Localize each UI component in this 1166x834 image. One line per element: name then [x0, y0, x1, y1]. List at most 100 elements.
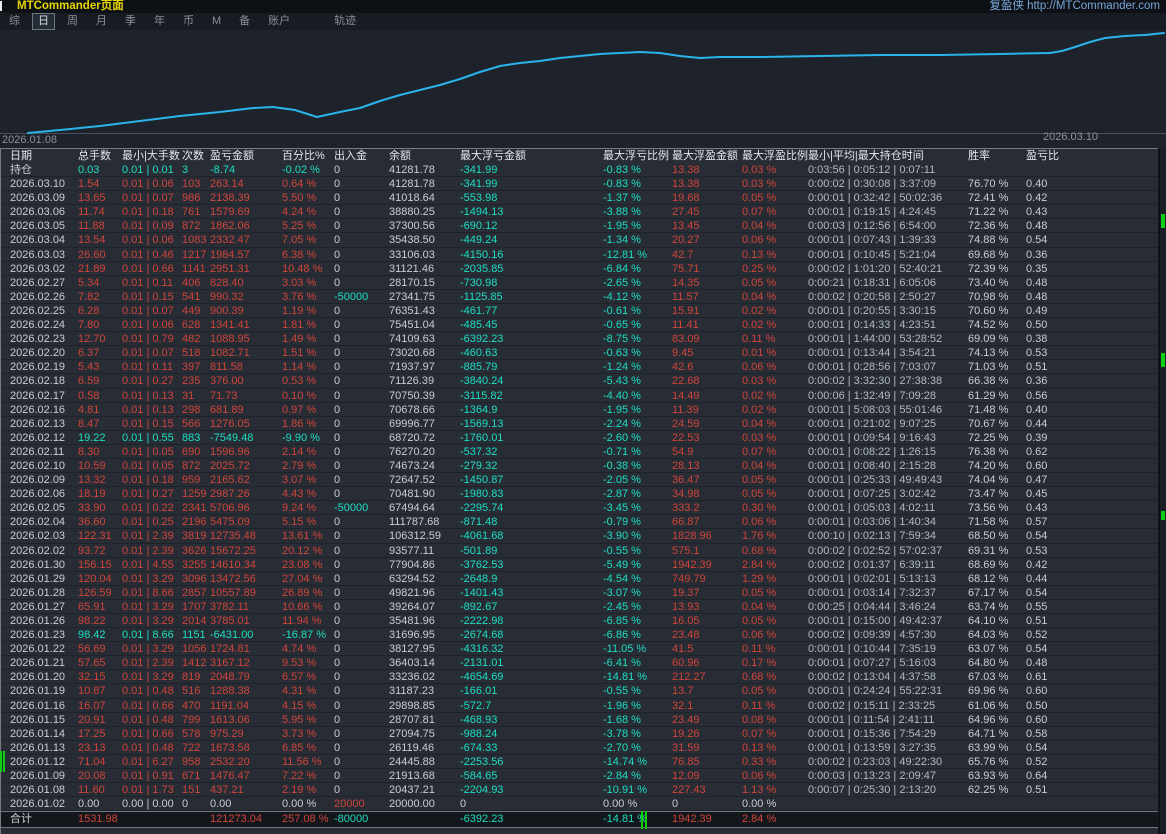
table-row[interactable]: 2026.02.247.800.01 | 0.066281341.411.81 …: [1, 318, 1158, 332]
table-row[interactable]: 2026.03.0511.880.01 | 0.098721862.065.25…: [1, 219, 1158, 233]
cell-max-float-loss: -1401.43: [460, 586, 603, 600]
cell-pl-ratio: 0.57: [1026, 515, 1106, 529]
cell-hold-time: 0:00:01 | 0:28:56 | 7:03:07: [808, 360, 968, 374]
cell-pct: 3.07 %: [282, 473, 334, 487]
table-row[interactable]: 2026.02.164.810.01 | 0.13298681.890.97 %…: [1, 403, 1158, 417]
column-header-lots[interactable]: 总手数: [78, 149, 122, 163]
menu-tab-1[interactable]: 日: [32, 13, 55, 30]
table-row[interactable]: 2026.01.28126.590.01 | 8.66285710557.892…: [1, 586, 1158, 600]
table-row[interactable]: 2026.01.30156.150.01 | 4.55325514610.342…: [1, 558, 1158, 572]
table-row[interactable]: 2026.03.101.540.01 | 0.06103263.140.64 %…: [1, 177, 1158, 191]
table-row[interactable]: 2026.02.0913.320.01 | 0.189592165.623.07…: [1, 473, 1158, 487]
table-row[interactable]: 2026.02.256.280.01 | 0.07449900.391.19 %…: [1, 304, 1158, 318]
table-row[interactable]: 2026.03.0326.600.01 | 0.4612171984.576.3…: [1, 248, 1158, 262]
table-row[interactable]: 2026.01.1271.040.01 | 6.279582532.2011.5…: [1, 755, 1158, 769]
cell-count: 151: [182, 783, 210, 797]
menu-tab-5[interactable]: 年: [145, 14, 174, 29]
table-row[interactable]: 2026.01.1910.870.01 | 0.485161288.384.31…: [1, 684, 1158, 698]
cell-max-float-profit: 0: [672, 797, 742, 811]
column-header-count[interactable]: 次数: [182, 149, 210, 163]
column-header-max-float-loss-pct[interactable]: 最大浮亏比例: [603, 149, 672, 163]
menu-tab-10[interactable]: 轨迹: [325, 14, 365, 29]
table-row[interactable]: 2026.02.0618.190.01 | 0.2712592987.264.4…: [1, 487, 1158, 501]
table-row[interactable]: 持仓0.030.01 | 0.013-8.74-0.02 %041281.78-…: [1, 163, 1158, 177]
table-row[interactable]: 2026.01.2398.420.01 | 8.661151-6431.00-1…: [1, 628, 1158, 642]
table-row[interactable]: 2026.03.0913.650.01 | 0.079862138.395.50…: [1, 191, 1158, 205]
cell-pnl: 5706.96: [210, 501, 282, 515]
menu-tab-4[interactable]: 季: [116, 14, 145, 29]
column-header-pct[interactable]: 百分比%: [282, 149, 334, 163]
table-row[interactable]: 2026.02.0293.720.01 | 2.39362615672.2520…: [1, 544, 1158, 558]
table-row[interactable]: 2026.03.0611.740.01 | 0.187611579.694.24…: [1, 205, 1158, 219]
menu-tab-0[interactable]: 综: [0, 14, 29, 29]
table-row[interactable]: 2026.01.1323.130.01 | 0.487221673.586.85…: [1, 741, 1158, 755]
cell-win-rate: 65.76 %: [968, 755, 1026, 769]
equity-chart[interactable]: 2026.01.08 2026.03.10: [0, 30, 1166, 148]
table-row[interactable]: 2026.01.0811.600.01 | 1.73151437.212.19 …: [1, 783, 1158, 797]
table-row[interactable]: 2026.02.118.300.01 | 0.056901596.962.14 …: [1, 445, 1158, 459]
column-header-max-float-profit[interactable]: 最大浮盈金额: [672, 149, 742, 163]
cell-pct: 4.24 %: [282, 205, 334, 219]
brand-link[interactable]: 复盈侠 http://MTCommander.com: [989, 0, 1160, 13]
cell-min-max-lots: 0.01 | 0.07: [122, 191, 182, 205]
column-header-max-float-loss[interactable]: 最大浮亏金额: [460, 149, 603, 163]
cell-max-float-loss: -2035.85: [460, 262, 603, 276]
cell-max-float-profit: 14.35: [672, 276, 742, 290]
table-row[interactable]: 2026.01.29120.040.01 | 3.29309613472.562…: [1, 572, 1158, 586]
menu-tab-9[interactable]: 账户: [259, 14, 299, 29]
table-row[interactable]: 2026.02.0436.600.01 | 0.2521965475.095.1…: [1, 515, 1158, 529]
table-row[interactable]: 2026.02.267.820.01 | 0.15541990.323.76 %…: [1, 290, 1158, 304]
column-header-in-out[interactable]: 出入金: [334, 149, 389, 163]
splitter-handle[interactable]: [641, 811, 643, 829]
table-row[interactable]: 2026.01.2157.650.01 | 2.3914123167.129.5…: [1, 656, 1158, 670]
cell-max-float-profit: 1942.39: [672, 812, 742, 827]
table-row[interactable]: 2026.02.170.580.01 | 0.133171.730.10 %07…: [1, 389, 1158, 403]
cell-date: 2026.03.09: [10, 191, 78, 205]
table-row[interactable]: 2026.02.1010.590.01 | 0.058722025.722.79…: [1, 459, 1158, 473]
table-row[interactable]: 2026.02.03122.310.01 | 2.39381912735.481…: [1, 529, 1158, 543]
table-row[interactable]: 2026.02.0533.900.01 | 0.2223415706.969.2…: [1, 501, 1158, 515]
cell-min-max-lots: 0.01 | 0.66: [122, 699, 182, 713]
table-row[interactable]: 2026.03.0413.540.01 | 0.0610832332.477.0…: [1, 233, 1158, 247]
column-header-min-max-lots[interactable]: 最小|大手数: [122, 149, 182, 163]
cell-max-float-profit: 11.57: [672, 290, 742, 304]
table-row[interactable]: 2026.01.2256.690.01 | 3.2910561724.814.7…: [1, 642, 1158, 656]
table-row[interactable]: 2026.01.1616.070.01 | 0.664701191.044.15…: [1, 699, 1158, 713]
total-row[interactable]: 合计1531.98121273.04257.08 %-80000-6392.23…: [1, 811, 1158, 828]
menu-tab-3[interactable]: 月: [87, 14, 116, 29]
table-row[interactable]: 2026.02.186.590.01 | 0.27235376.000.53 %…: [1, 374, 1158, 388]
table-row[interactable]: 2026.02.275.340.01 | 0.11406828.403.03 %…: [1, 276, 1158, 290]
vertical-scrollbar[interactable]: [1159, 148, 1166, 834]
table-row[interactable]: 2026.03.0221.890.01 | 0.6611412951.3110.…: [1, 262, 1158, 276]
table-row[interactable]: 2026.01.1417.250.01 | 0.66578975.293.73 …: [1, 727, 1158, 741]
table-row[interactable]: 2026.01.2698.220.01 | 3.2920143785.0111.…: [1, 614, 1158, 628]
table-row[interactable]: 2026.02.138.470.01 | 0.155661276.051.86 …: [1, 417, 1158, 431]
menu-tab-7[interactable]: M: [203, 14, 230, 29]
column-header-pnl[interactable]: 盈亏金额: [210, 149, 282, 163]
column-header-balance[interactable]: 余额: [389, 149, 460, 163]
cell-count: 1141: [182, 262, 210, 276]
cell-pnl: 3785.01: [210, 614, 282, 628]
table-row[interactable]: 2026.01.2765.910.01 | 3.2917073782.1110.…: [1, 600, 1158, 614]
menu-tab-6[interactable]: 币: [174, 14, 203, 29]
table-row[interactable]: 2026.02.1219.220.01 | 0.55883-7549.48-9.…: [1, 431, 1158, 445]
cell-pl-ratio: 0.52: [1026, 755, 1106, 769]
column-header-pl-ratio[interactable]: 盈亏比: [1026, 149, 1106, 163]
column-header-date[interactable]: 日期: [10, 149, 78, 163]
menu-tab-2[interactable]: 周: [58, 14, 87, 29]
cell-pnl: 2987.26: [210, 487, 282, 501]
table-row[interactable]: 2026.01.020.000.00 | 0.0000.000.00 %2000…: [1, 797, 1158, 811]
table-row[interactable]: 2026.01.1520.910.01 | 0.487991613.065.95…: [1, 713, 1158, 727]
table-row[interactable]: 2026.01.2032.150.01 | 3.298192048.796.57…: [1, 670, 1158, 684]
cell-max-float-loss: -1450.87: [460, 473, 603, 487]
column-header-max-float-profit-pct[interactable]: 最大浮盈比例: [742, 149, 808, 163]
column-header-hold-time[interactable]: 最小|平均|最大持仓时间: [808, 149, 968, 163]
table-row[interactable]: 2026.02.2312.700.01 | 0.794821088.951.49…: [1, 332, 1158, 346]
cell-hold-time: 0:00:01 | 0:24:24 | 55:22:31: [808, 684, 968, 698]
table-row[interactable]: 2026.02.195.430.01 | 0.11397811.581.14 %…: [1, 360, 1158, 374]
menu-tab-8[interactable]: 备: [230, 14, 259, 29]
table-row[interactable]: 2026.02.206.370.01 | 0.075181082.711.51 …: [1, 346, 1158, 360]
column-header-win-rate[interactable]: 胜率: [968, 149, 1026, 163]
table-row[interactable]: 2026.01.0920.080.01 | 0.916711476.477.22…: [1, 769, 1158, 783]
splitter-handle[interactable]: [645, 811, 647, 829]
